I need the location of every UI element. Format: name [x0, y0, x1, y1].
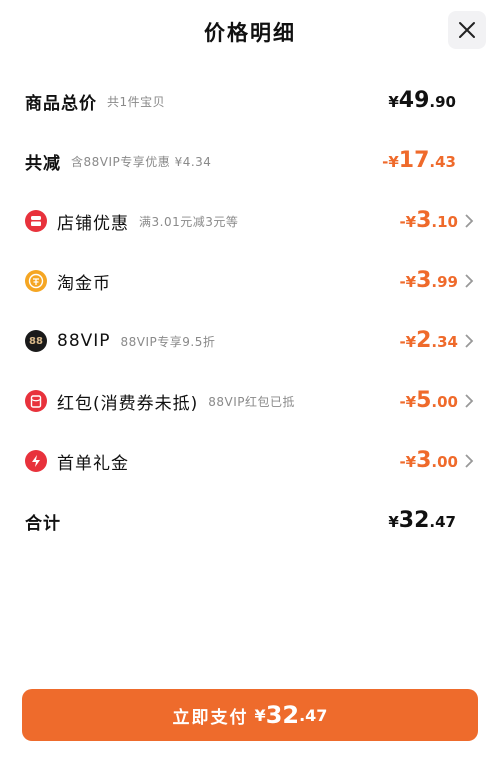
chevron-right-icon[interactable]: [464, 453, 474, 469]
store-discount-value: -¥ 3.10: [399, 208, 458, 233]
coin-icon: [25, 270, 47, 292]
chevron-right-icon[interactable]: [464, 213, 474, 229]
row-red-packet[interactable]: 红包(消费券未抵) 88VIP红包已抵 -¥ 5.00: [0, 381, 500, 421]
88vip-label: 88VIP: [57, 331, 111, 351]
row-first-order[interactable]: 首单礼金 -¥ 3.00: [0, 441, 500, 481]
pay-now-label: 立即支付: [172, 707, 249, 728]
chevron-right-icon[interactable]: [464, 393, 474, 409]
red-packet-note: 88VIP红包已抵: [208, 394, 296, 409]
red-packet-value: -¥ 5.00: [399, 388, 458, 413]
row-store-discount[interactable]: 店铺优惠 满3.01元减3元等 -¥ 3.10: [0, 201, 500, 241]
chevron-right-icon[interactable]: [464, 333, 474, 349]
total-discount-value: -¥ 17.43: [382, 148, 456, 173]
88vip-note: 88VIP专享9.5折: [120, 334, 216, 349]
total-price-value: ¥49.90: [388, 88, 456, 113]
close-icon: [459, 22, 475, 38]
sum-value: ¥32.47: [388, 508, 456, 533]
red-packet-label: 红包(消费券未抵): [57, 393, 199, 414]
total-price-label: 商品总价: [25, 93, 97, 114]
row-coin[interactable]: 淘金币 -¥ 3.99: [0, 261, 500, 301]
page-title: 价格明细: [204, 21, 296, 45]
88vip-icon: 88: [25, 330, 47, 352]
row-total-discount: 共减 含88VIP专享优惠 ¥4.34 -¥ 17.43: [0, 141, 500, 181]
total-discount-note: 含88VIP专享优惠 ¥4.34: [71, 154, 212, 169]
total-price-note: 共1件宝贝: [107, 94, 166, 109]
row-88vip[interactable]: 88 88VIP 88VIP专享9.5折 -¥ 2.34: [0, 321, 500, 361]
close-button[interactable]: [448, 11, 486, 49]
chevron-right-icon[interactable]: [464, 273, 474, 289]
sum-label: 合计: [25, 513, 61, 534]
first-order-label: 首单礼金: [57, 453, 129, 474]
88vip-value: -¥ 2.34: [399, 328, 458, 353]
store-discount-note: 满3.01元减3元等: [139, 214, 239, 229]
store-icon: [25, 210, 47, 232]
row-sum: 合计 ¥32.47: [0, 501, 500, 541]
red-packet-icon: [25, 390, 47, 412]
pay-now-button[interactable]: 立即支付 ¥32.47: [22, 689, 478, 741]
store-discount-label: 店铺优惠: [57, 213, 129, 234]
coin-value: -¥ 3.99: [399, 268, 458, 293]
row-total-price: 商品总价 共1件宝贝 ¥49.90: [0, 81, 500, 121]
pay-dec: .47: [299, 705, 328, 725]
pay-currency: ¥: [254, 705, 266, 725]
coin-label: 淘金币: [57, 273, 111, 294]
pay-int: 32: [265, 701, 300, 729]
lightning-icon: [25, 450, 47, 472]
total-discount-label: 共减: [25, 153, 61, 174]
first-order-value: -¥ 3.00: [399, 448, 458, 473]
